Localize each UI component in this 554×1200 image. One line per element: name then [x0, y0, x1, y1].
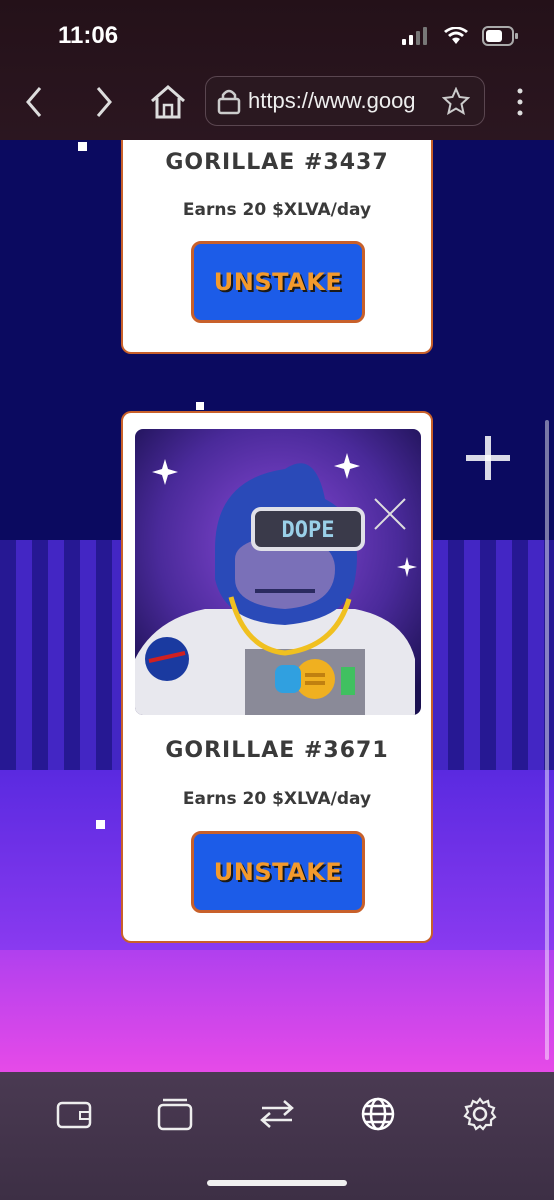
home-icon	[151, 85, 185, 119]
sparkle-icon	[466, 436, 510, 480]
wallet-button[interactable]	[52, 1092, 96, 1136]
unstake-button[interactable]: UNSTAKE	[191, 241, 365, 323]
browser-nav: https://www.goog	[0, 74, 554, 134]
forward-button[interactable]	[84, 80, 124, 124]
status-time: 11:06	[58, 22, 119, 49]
background-star	[96, 820, 105, 829]
status-icons	[402, 26, 518, 46]
menu-button[interactable]	[500, 80, 540, 124]
globe-icon	[361, 1097, 395, 1131]
lock-icon	[217, 89, 241, 115]
wallet-icon	[56, 1101, 92, 1129]
more-vertical-icon	[517, 88, 523, 116]
nft-card: GORILLAE #3437 Earns 20 $XLVA/day UNSTAK…	[121, 140, 433, 354]
unstake-button[interactable]: UNSTAKE	[191, 831, 365, 913]
gear-icon	[463, 1097, 497, 1131]
chevron-left-icon	[26, 87, 42, 117]
browser-chrome: 11:06 https://www.goog	[0, 0, 554, 140]
tabs-button[interactable]	[153, 1092, 197, 1136]
status-bar: 11:06	[0, 0, 554, 72]
nft-earn-rate: Earns 20 $XLVA/day	[182, 789, 372, 809]
star-icon[interactable]	[442, 87, 470, 115]
nft-earn-rate: Earns 20 $XLVA/day	[182, 200, 372, 220]
browser-button[interactable]	[356, 1092, 400, 1136]
nft-image: DOPE	[135, 429, 421, 715]
url-text[interactable]: https://www.goog	[248, 88, 438, 114]
background-pink-band	[0, 950, 554, 1072]
nft-title: GORILLAE #3671	[165, 738, 389, 763]
back-button[interactable]	[14, 80, 54, 124]
nft-card: DOPE GORILLAE #3671 Earns 20 $XLVA/day U…	[121, 411, 433, 943]
chevron-right-icon	[96, 87, 112, 117]
nft-title: GORILLAE #3437	[165, 150, 389, 175]
battery-icon	[482, 26, 518, 46]
goggle-text: DOPE	[282, 518, 335, 543]
url-bar[interactable]: https://www.goog	[205, 76, 485, 126]
home-indicator[interactable]	[207, 1180, 347, 1186]
background-star	[196, 402, 204, 410]
swap-button[interactable]	[255, 1092, 299, 1136]
signal-icon	[402, 27, 427, 45]
tabs-icon	[157, 1098, 193, 1131]
page-content: GORILLAE #3437 Earns 20 $XLVA/day UNSTAK…	[0, 140, 554, 1072]
swap-icon	[260, 1100, 294, 1128]
home-button[interactable]	[148, 80, 188, 124]
wifi-icon	[444, 27, 468, 44]
gorilla-astronaut-image: DOPE	[135, 429, 421, 715]
scrollbar[interactable]	[545, 420, 549, 1060]
settings-button[interactable]	[458, 1092, 502, 1136]
background-star	[78, 142, 87, 151]
